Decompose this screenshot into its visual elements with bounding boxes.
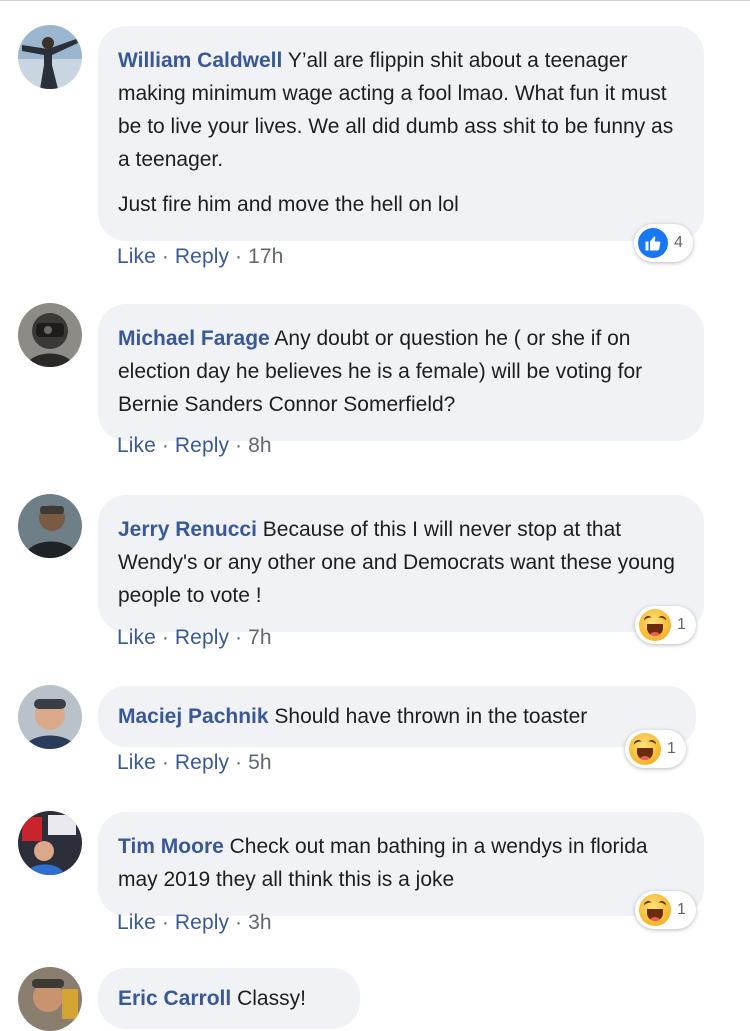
separator: ·	[155, 751, 175, 774]
like-link[interactable]: Like	[117, 911, 156, 934]
separator: ·	[155, 245, 175, 268]
comment-author[interactable]: Eric Carroll	[118, 987, 231, 1010]
separator: ·	[229, 245, 249, 268]
comment-author[interactable]: Maciej Pachnik	[118, 705, 269, 728]
avatar[interactable]	[18, 811, 82, 875]
like-link[interactable]: Like	[117, 245, 156, 268]
reply-link[interactable]: Reply	[175, 434, 229, 457]
separator: ·	[229, 751, 249, 774]
like-link[interactable]: Like	[117, 434, 156, 457]
comment-author[interactable]: Michael Farage	[118, 327, 270, 350]
separator: ·	[229, 911, 249, 934]
haha-icon	[639, 609, 671, 641]
comment-author[interactable]: Tim Moore	[118, 835, 224, 858]
comment-text: Just fire him and move the hell on lol	[118, 193, 459, 216]
separator: ·	[229, 434, 249, 457]
comment-actions: Like · Reply · 5h	[117, 751, 272, 775]
reply-link[interactable]: Reply	[175, 245, 229, 268]
avatar[interactable]	[18, 303, 82, 367]
reaction-badge[interactable]: 4	[634, 224, 693, 262]
avatar[interactable]	[18, 494, 82, 558]
reply-link[interactable]: Reply	[175, 751, 229, 774]
timestamp[interactable]: 7h	[248, 626, 272, 649]
haha-icon	[629, 733, 661, 765]
reaction-badge[interactable]: 1	[635, 891, 696, 929]
reaction-count: 1	[677, 616, 686, 633]
avatar[interactable]	[18, 25, 82, 89]
reaction-count: 4	[674, 234, 683, 251]
reply-link[interactable]: Reply	[175, 911, 229, 934]
comment-author[interactable]: William Caldwell	[118, 49, 282, 72]
reaction-badge[interactable]: 1	[635, 606, 696, 644]
comment-bubble: Maciej Pachnik Should have thrown in the…	[98, 686, 696, 747]
separator: ·	[155, 626, 175, 649]
reply-link[interactable]: Reply	[175, 626, 229, 649]
comment-author[interactable]: Jerry Renucci	[118, 518, 257, 541]
reaction-badge[interactable]: 1	[625, 730, 686, 768]
comment-actions: Like · Reply · 7h	[117, 626, 272, 650]
comment-actions: Like · Reply · 8h	[117, 434, 272, 458]
comment-bubble: William Caldwell Y’all are flippin shit …	[98, 26, 704, 241]
comment-bubble: Jerry Renucci Because of this I will nev…	[98, 495, 704, 632]
timestamp[interactable]: 8h	[248, 434, 272, 457]
reaction-count: 1	[677, 901, 686, 918]
comment-bubble: Eric Carroll Classy!	[98, 968, 360, 1029]
timestamp[interactable]: 17h	[248, 245, 283, 268]
separator: ·	[155, 911, 175, 934]
comment-actions: Like · Reply · 3h	[117, 911, 272, 935]
comment-actions: Like · Reply · 17h	[117, 245, 283, 269]
comment-text: Should have thrown in the toaster	[274, 705, 588, 728]
avatar[interactable]	[18, 967, 82, 1031]
separator: ·	[229, 626, 249, 649]
like-link[interactable]: Like	[117, 751, 156, 774]
separator: ·	[155, 434, 175, 457]
like-link[interactable]: Like	[117, 626, 156, 649]
reaction-count: 1	[667, 740, 676, 757]
comment-bubble: Tim Moore Check out man bathing in a wen…	[98, 812, 704, 916]
haha-icon	[639, 894, 671, 926]
timestamp[interactable]: 3h	[248, 911, 272, 934]
comment-bubble: Michael Farage Any doubt or question he …	[98, 304, 704, 441]
timestamp[interactable]: 5h	[248, 751, 272, 774]
avatar[interactable]	[18, 685, 82, 749]
comment-text: Classy!	[237, 987, 306, 1010]
like-icon	[638, 228, 668, 258]
